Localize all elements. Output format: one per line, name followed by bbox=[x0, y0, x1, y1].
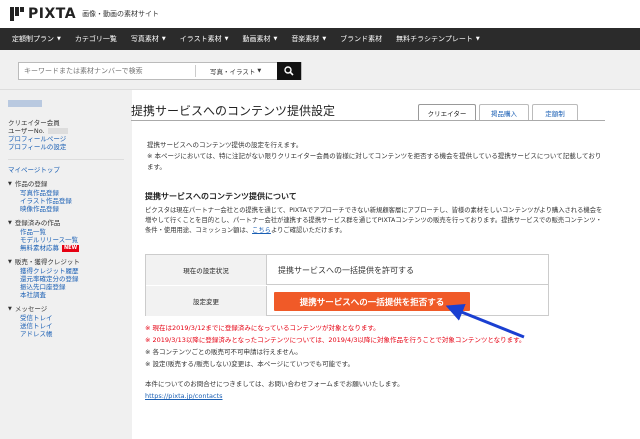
note-red-1: ※ 現在は2019/3/12までに登録済みになっているコンテンツが対象となります… bbox=[145, 324, 380, 332]
sidebar-item-illust-register[interactable]: イラスト作品登録 bbox=[20, 197, 132, 205]
profile-settings-link[interactable]: プロフィールの設定 bbox=[8, 143, 132, 151]
logo-text: PIXTA bbox=[28, 6, 77, 22]
note-black-2: ※ 設定(販売する/販売しない)変更は、本ページにていつでも可能です。 bbox=[145, 360, 354, 368]
status-row: 現在の設定状況 提携サービスへの一括提供を許可する bbox=[146, 255, 548, 285]
site-header: PIXTA 画像・動画の素材サイト bbox=[0, 0, 640, 28]
nav-category[interactable]: カテゴリ一覧 bbox=[75, 34, 117, 44]
caret-down-icon: ▼ bbox=[475, 36, 480, 42]
nav-video[interactable]: 動画素材 ▼ bbox=[242, 34, 277, 44]
divider bbox=[8, 159, 124, 160]
new-badge: NEW bbox=[62, 244, 80, 252]
search-icon bbox=[284, 66, 294, 76]
pixta-logo-icon bbox=[10, 7, 24, 21]
status-label: 現在の設定状況 bbox=[146, 255, 267, 285]
sidebar-item-model-release[interactable]: モデルリリース一覧 bbox=[20, 236, 132, 244]
caret-down-icon: ▼ bbox=[224, 36, 229, 42]
sidebar-item-works-list[interactable]: 作品一覧 bbox=[20, 228, 132, 236]
triangle-down-icon: ▼ bbox=[8, 220, 12, 226]
site-tagline: 画像・動画の素材サイト bbox=[82, 10, 160, 18]
logo[interactable]: PIXTA bbox=[10, 6, 76, 22]
caret-down-icon: ▼ bbox=[273, 36, 278, 42]
sidebar-item-credit-history[interactable]: 獲得クレジット履歴 bbox=[20, 267, 132, 275]
search-input[interactable] bbox=[19, 63, 195, 79]
tab-bar: クリエイター 掲品購入 定額制 bbox=[418, 104, 581, 120]
intro-line-1: 提携サービスへのコンテンツ提供の設定を行えます。 bbox=[147, 141, 303, 149]
page-title: 提携サービスへのコンテンツ提供設定 bbox=[131, 104, 336, 118]
nav-brand[interactable]: ブランド素材 bbox=[340, 34, 382, 44]
setting-label: 設定変更 bbox=[146, 286, 267, 316]
sidebar-item-bank-account[interactable]: 振込先口座登録 bbox=[20, 283, 132, 291]
sidebar-section-sales: ▼ 販売・獲得クレジット bbox=[8, 258, 80, 266]
triangle-down-icon: ▼ bbox=[8, 181, 12, 187]
caret-down-icon: ▼ bbox=[322, 36, 327, 42]
nav-plan[interactable]: 定額制プラン ▼ bbox=[12, 34, 61, 44]
sidebar: クリエイター会員 ユーザーNo. プロフィールページ プロフィールの設定 マイペ… bbox=[0, 90, 132, 439]
intro-line-2: ※ 本ページにおいては、特に注記がない限りクリエイター会員の皆様に対してコンテン… bbox=[147, 152, 602, 171]
user-number: ユーザーNo. bbox=[8, 127, 132, 135]
tab-creator[interactable]: クリエイター bbox=[418, 104, 476, 120]
caret-down-icon: ▼ bbox=[161, 36, 166, 42]
search-box: 写真・イラスト▼ bbox=[18, 62, 302, 80]
note-red-2: ※ 2019/3/13以降に登録済みとなったコンテンツについては、2019/4/… bbox=[145, 336, 526, 344]
notes: ※ 現在は2019/3/12までに登録済みになっているコンテンツが対象となります… bbox=[145, 322, 615, 370]
contact-text: 本件についてのお問合せにつきましては、お問い合わせフォームまでお願いいたします。 bbox=[145, 380, 404, 388]
sidebar-item-free-material[interactable]: 無料素材応募 bbox=[20, 244, 59, 252]
caret-down-icon: ▼ bbox=[257, 68, 262, 74]
title-divider bbox=[131, 120, 605, 121]
nav-illust[interactable]: イラスト素材 ▼ bbox=[180, 34, 229, 44]
caret-down-icon: ▼ bbox=[57, 36, 61, 42]
nav-flyer[interactable]: 無料チラシテンプレート ▼ bbox=[396, 34, 480, 44]
sidebar-section-register: ▼ 作品の登録 bbox=[8, 180, 48, 188]
section-title: 提携サービスへのコンテンツ提供について bbox=[145, 192, 297, 201]
triangle-down-icon: ▼ bbox=[8, 306, 12, 312]
sidebar-section-registered: ▼ 登録済みの作品 bbox=[8, 219, 61, 227]
sidebar-item-address-book[interactable]: アドレス帳 bbox=[20, 330, 132, 338]
profile-page-link[interactable]: プロフィールページ bbox=[8, 135, 132, 143]
mypage-top-link[interactable]: マイページトップ bbox=[8, 166, 132, 174]
note-black-1: ※ 各コンテンツごとの販売可不可申請は行えません。 bbox=[145, 348, 302, 356]
user-name-masked bbox=[8, 100, 42, 107]
sidebar-item-free-material-row: 無料素材応募 NEW bbox=[20, 244, 132, 252]
search-button[interactable] bbox=[277, 62, 301, 80]
tab-subscription[interactable]: 定額制 bbox=[532, 104, 578, 120]
sidebar-item-survey[interactable]: 本社調査 bbox=[20, 291, 132, 299]
sidebar-item-inbox[interactable]: 受信トレイ bbox=[20, 314, 132, 322]
tab-purchase[interactable]: 掲品購入 bbox=[479, 104, 529, 120]
global-nav: 定額制プラン ▼ カテゴリ一覧 写真素材 ▼ イラスト素材 ▼ 動画素材 ▼ 音楽素材 ▼… bbox=[0, 28, 640, 50]
sidebar-item-outbox[interactable]: 送信トレイ bbox=[20, 322, 132, 330]
details-link[interactable]: こちら bbox=[252, 227, 271, 234]
search-type-select[interactable]: 写真・イラスト ▼ bbox=[196, 66, 264, 76]
sidebar-item-photo-register[interactable]: 写真作品登録 bbox=[20, 189, 132, 197]
status-value: 提携サービスへの一括提供を許可する bbox=[278, 265, 414, 275]
member-type: クリエイター会員 bbox=[8, 119, 60, 127]
contact-link[interactable]: https://pixta.jp/contacts bbox=[145, 392, 223, 400]
sidebar-item-rate-register[interactable]: 還元率確定分の登録 bbox=[20, 275, 132, 283]
section-text: ピクスタは現在パートナー会社との提携を通じて、PIXTAでアプローチできない新規… bbox=[145, 207, 603, 234]
nav-music[interactable]: 音楽素材 ▼ bbox=[291, 34, 326, 44]
intro-text: 提携サービスへのコンテンツ提供の設定を行えます。 ※ 本ページにおいては、特に注… bbox=[147, 140, 607, 173]
triangle-down-icon: ▼ bbox=[8, 259, 12, 265]
nav-photo[interactable]: 写真素材 ▼ bbox=[131, 34, 166, 44]
sidebar-section-message: ▼ メッセージ bbox=[8, 305, 48, 313]
search-area: 写真・イラスト▼ bbox=[0, 50, 640, 90]
sidebar-item-video-register[interactable]: 映像作品登録 bbox=[20, 205, 132, 213]
